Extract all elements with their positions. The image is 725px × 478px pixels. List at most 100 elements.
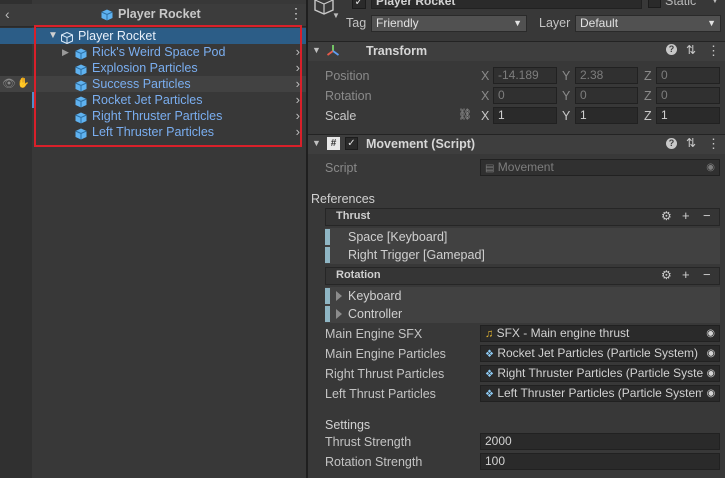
- rotation-binding-row[interactable]: Controller: [325, 305, 720, 323]
- scale-x-field[interactable]: 1: [493, 107, 557, 124]
- rotation-x-field[interactable]: 0: [493, 87, 557, 104]
- constrain-proportions-icon[interactable]: ⛓: [458, 108, 472, 121]
- position-z-field[interactable]: 0: [656, 67, 720, 84]
- visibility-eye-icon[interactable]: 👁: [2, 76, 16, 92]
- thrust-binding-row[interactable]: Space [Keyboard]: [325, 228, 720, 246]
- drag-handle[interactable]: [325, 288, 330, 304]
- object-picker-icon[interactable]: ◉: [703, 386, 719, 401]
- remove-binding-icon[interactable]: −: [703, 267, 711, 282]
- hierarchy-item[interactable]: Explosion Particles ›: [0, 60, 306, 76]
- object-picker-icon[interactable]: ◉: [706, 326, 715, 341]
- main-engine-particles-field[interactable]: ❖ Rocket Jet Particles (Particle System)…: [480, 345, 720, 362]
- component-menu-icon[interactable]: ⋮: [707, 136, 720, 152]
- collapsed-triangle-icon[interactable]: ▶: [62, 44, 69, 60]
- pickable-hand-icon[interactable]: ✋: [17, 76, 29, 92]
- object-picker-icon[interactable]: ◉: [703, 366, 719, 381]
- right-thrust-particles-field[interactable]: ❖ Right Thruster Particles (Particle Sys…: [480, 365, 720, 382]
- hierarchy-item[interactable]: ▶ Rick's Weird Space Pod ›: [0, 44, 306, 60]
- prefab-cube-icon: [75, 126, 87, 142]
- active-checkbox[interactable]: ✓: [352, 0, 366, 9]
- chevron-down-icon: ▼: [707, 18, 716, 28]
- chevron-right-icon[interactable]: ›: [296, 108, 300, 124]
- hierarchy-item-label: Success Particles: [92, 77, 191, 91]
- back-chevron-icon[interactable]: ‹: [5, 6, 10, 22]
- chevron-right-icon[interactable]: ›: [296, 60, 300, 76]
- component-menu-icon[interactable]: ⋮: [707, 43, 720, 59]
- rotation-strength-field[interactable]: 100: [480, 453, 720, 470]
- axis-y-label: Y: [562, 109, 571, 123]
- tag-value: Friendly: [376, 16, 419, 30]
- collapsed-triangle-icon[interactable]: [336, 309, 342, 319]
- hierarchy-item[interactable]: Left Thruster Particles ›: [0, 124, 306, 140]
- hierarchy-title: Player Rocket: [118, 7, 201, 21]
- rotation-binding-row[interactable]: Keyboard: [325, 287, 720, 305]
- add-binding-icon[interactable]: +: [682, 208, 690, 223]
- rotation-z-field[interactable]: 0: [656, 87, 720, 104]
- help-icon[interactable]: ?: [666, 44, 677, 55]
- hierarchy-item[interactable]: Right Thruster Particles ›: [0, 108, 306, 124]
- movement-script-header[interactable]: ▼ # ✓ Movement (Script) ? ⇅ ⋮: [308, 134, 725, 154]
- presets-icon[interactable]: ⇅: [686, 43, 696, 57]
- hierarchy-root-row[interactable]: ▼ Player Rocket: [0, 28, 306, 44]
- drag-handle[interactable]: [325, 229, 330, 245]
- object-picker-icon[interactable]: ◉: [703, 346, 719, 361]
- object-name-field[interactable]: Player Rocket: [371, 0, 642, 9]
- thrust-strength-label: Thrust Strength: [325, 435, 412, 449]
- thrust-list-header[interactable]: Thrust ⚙ + −: [325, 208, 720, 226]
- particle-system-icon: ❖: [485, 389, 494, 400]
- static-checkbox[interactable]: [648, 0, 661, 8]
- foldout-arrow-icon[interactable]: ▼: [312, 138, 321, 148]
- rotation-y-field[interactable]: 0: [575, 87, 638, 104]
- help-icon[interactable]: ?: [666, 138, 677, 149]
- binding-label: Controller: [348, 307, 403, 321]
- remove-binding-icon[interactable]: −: [703, 208, 711, 223]
- tag-dropdown[interactable]: Friendly ▼: [371, 15, 527, 32]
- hierarchy-item[interactable]: Rocket Jet Particles ›: [0, 92, 306, 108]
- thrust-binding-row[interactable]: Right Trigger [Gamepad]: [325, 246, 720, 264]
- rotation-label: Rotation: [325, 89, 372, 103]
- layer-dropdown[interactable]: Default ▼: [575, 15, 721, 32]
- add-binding-icon[interactable]: +: [682, 267, 690, 282]
- main-engine-sfx-label: Main Engine SFX: [325, 327, 423, 341]
- chevron-right-icon[interactable]: ›: [296, 76, 300, 92]
- hierarchy-item-label: Right Thruster Particles: [92, 109, 223, 123]
- drag-handle[interactable]: [325, 247, 330, 263]
- main-engine-sfx-field[interactable]: ♫ SFX - Main engine thrust ◉: [480, 325, 720, 342]
- hierarchy-item[interactable]: 👁 ✋ Success Particles ›: [0, 76, 306, 92]
- chevron-right-icon[interactable]: ›: [296, 44, 300, 60]
- axis-z-label: Z: [644, 69, 652, 83]
- script-field[interactable]: ▤ Movement ◉: [480, 159, 720, 176]
- object-picker-icon[interactable]: ◉: [706, 160, 715, 175]
- position-x-field[interactable]: -14.189: [493, 67, 557, 84]
- more-options-icon[interactable]: ⋮: [289, 5, 303, 22]
- icon-dropdown-arrow[interactable]: ▼: [332, 11, 340, 20]
- rotation-list-header[interactable]: Rotation ⚙ + −: [325, 267, 720, 285]
- chevron-down-icon: ▼: [513, 18, 522, 28]
- presets-icon[interactable]: ⇅: [686, 136, 696, 150]
- hierarchy-header: ‹ Player Rocket ⋮: [0, 4, 306, 27]
- chevron-right-icon[interactable]: ›: [296, 124, 300, 140]
- enabled-checkbox[interactable]: ✓: [345, 137, 358, 150]
- expand-triangle-icon[interactable]: ▼: [48, 28, 58, 44]
- right-thrust-particles-value: Right Thruster Particles (Particle Syste…: [497, 366, 718, 380]
- gear-icon[interactable]: ⚙: [661, 209, 672, 223]
- transform-header[interactable]: ▼ Transform ? ⇅ ⋮: [308, 41, 725, 61]
- axis-y-label: Y: [562, 89, 571, 103]
- position-y-field[interactable]: 2.38: [575, 67, 638, 84]
- static-dropdown-arrow[interactable]: ▼: [711, 0, 719, 5]
- chevron-right-icon[interactable]: ›: [296, 92, 300, 108]
- gear-icon[interactable]: ⚙: [661, 268, 672, 282]
- main-engine-sfx-value: SFX - Main engine thrust: [496, 326, 630, 340]
- thrust-strength-field[interactable]: 2000: [480, 433, 720, 450]
- drag-handle[interactable]: [325, 306, 330, 322]
- axis-x-label: X: [481, 89, 490, 103]
- collapsed-triangle-icon[interactable]: [336, 291, 342, 301]
- binding-label: Right Trigger [Gamepad]: [348, 248, 485, 262]
- scale-z-field[interactable]: 1: [656, 107, 720, 124]
- scale-y-field[interactable]: 1: [575, 107, 638, 124]
- foldout-arrow-icon[interactable]: ▼: [312, 45, 321, 55]
- axis-y-label: Y: [562, 69, 571, 83]
- left-thrust-particles-field[interactable]: ❖ Left Thruster Particles (Particle Syst…: [480, 385, 720, 402]
- script-value: Movement: [497, 160, 554, 174]
- left-thrust-particles-value: Left Thruster Particles (Particle System…: [497, 386, 710, 400]
